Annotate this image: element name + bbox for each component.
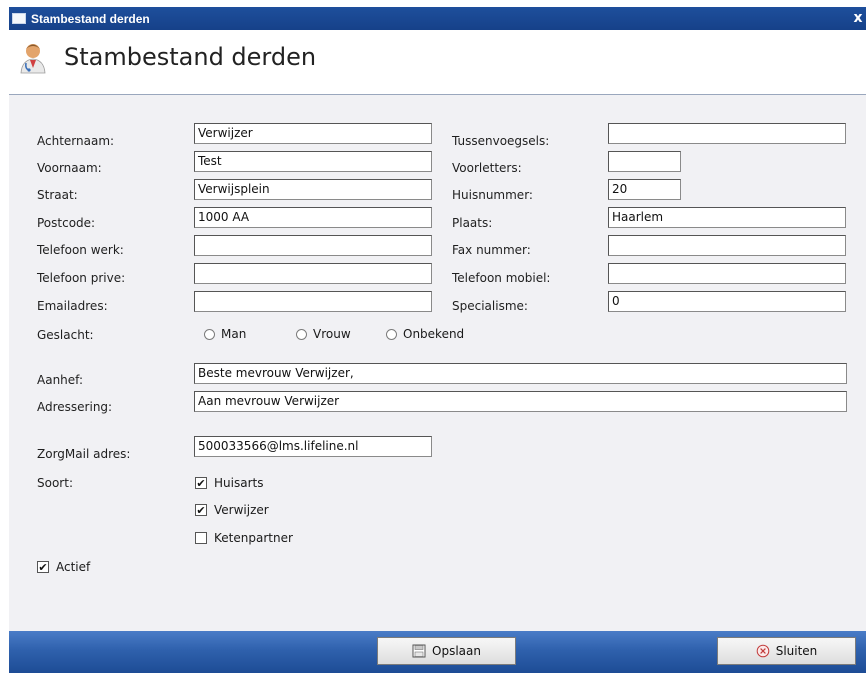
header: Stambestand derden <box>9 30 866 94</box>
close-dialog-button-label: Sluiten <box>775 644 818 658</box>
window-icon <box>12 13 26 24</box>
checkbox-box-verwijzer[interactable]: ✔ <box>195 504 207 516</box>
checkbox-verwijzer[interactable]: ✔ Verwijzer <box>195 503 269 517</box>
label-soort: Soort: <box>37 476 73 490</box>
specialisme-input[interactable]: 0 <box>608 291 846 312</box>
save-button[interactable]: Opslaan <box>377 637 516 665</box>
label-achternaam: Achternaam: <box>37 134 115 148</box>
label-adressering: Adressering: <box>37 400 113 414</box>
tussenvoegsels-input[interactable] <box>608 123 846 144</box>
checkbox-label-ketenpartner: Ketenpartner <box>214 531 293 545</box>
label-huisnummer: Huisnummer: <box>452 188 533 202</box>
fax-nummer-input[interactable] <box>608 235 846 256</box>
cancel-circle-icon <box>756 644 770 658</box>
checkbox-label-actief: Actief <box>56 560 91 574</box>
label-geslacht: Geslacht: <box>37 328 94 342</box>
telefoon-prive-input[interactable] <box>194 263 432 284</box>
checkbox-huisarts[interactable]: ✔ Huisarts <box>195 476 263 490</box>
doctor-icon <box>20 44 46 74</box>
label-voorletters: Voorletters: <box>452 161 522 175</box>
radio-label-onbekend: Onbekend <box>403 327 465 341</box>
checkbox-label-huisarts: Huisarts <box>214 476 264 490</box>
label-tussenvoegsels: Tussenvoegsels: <box>452 134 550 148</box>
label-emailadres: Emailadres: <box>37 299 108 313</box>
checkbox-actief[interactable]: ✔ Actief <box>37 560 90 574</box>
achternaam-input[interactable]: Verwijzer <box>194 123 432 144</box>
plaats-input[interactable]: Haarlem <box>608 207 846 228</box>
aanhef-input[interactable]: Beste mevrouw Verwijzer, <box>194 363 847 384</box>
emailadres-input[interactable] <box>194 291 432 312</box>
label-specialisme: Specialisme: <box>452 299 528 313</box>
floppy-disk-icon <box>412 644 426 658</box>
checkbox-ketenpartner[interactable]: Ketenpartner <box>195 531 293 545</box>
checkbox-box-actief[interactable]: ✔ <box>37 561 49 573</box>
page-title: Stambestand derden <box>64 43 317 71</box>
label-postcode: Postcode: <box>37 216 96 230</box>
radio-button-man[interactable] <box>204 328 215 340</box>
postcode-input[interactable]: 1000 AA <box>194 207 432 228</box>
zorgmail-input[interactable]: 500033566@lms.lifeline.nl <box>194 436 432 457</box>
label-telefoon-prive: Telefoon prive: <box>37 271 126 285</box>
huisnummer-input[interactable]: 20 <box>608 179 681 200</box>
label-plaats: Plaats: <box>452 216 493 230</box>
label-telefoon-werk: Telefoon werk: <box>37 243 124 257</box>
save-button-label: Opslaan <box>432 644 481 658</box>
radio-onbekend[interactable]: Onbekend <box>386 327 464 341</box>
radio-label-man: Man <box>221 327 247 341</box>
checkbox-box-ketenpartner[interactable] <box>195 532 207 544</box>
label-fax-nummer: Fax nummer: <box>452 243 531 257</box>
radio-button-onbekend[interactable] <box>386 328 397 340</box>
straat-input[interactable]: Verwijsplein <box>194 179 432 200</box>
form-panel: Achternaam: Voornaam: Straat: Postcode: … <box>9 94 866 631</box>
voornaam-input[interactable]: Test <box>194 151 432 172</box>
close-button[interactable]: x <box>850 10 866 26</box>
checkbox-label-verwijzer: Verwijzer <box>214 503 269 517</box>
window-title: Stambestand derden <box>31 11 150 26</box>
label-zorgmail: ZorgMail adres: <box>37 447 131 461</box>
close-dialog-button[interactable]: Sluiten <box>717 637 856 665</box>
checkbox-box-huisarts[interactable]: ✔ <box>195 477 207 489</box>
label-voornaam: Voornaam: <box>37 161 102 175</box>
footer-bar: Opslaan Sluiten <box>9 631 866 673</box>
adressering-input[interactable]: Aan mevrouw Verwijzer <box>194 391 847 412</box>
radio-button-vrouw[interactable] <box>296 328 307 340</box>
telefoon-werk-input[interactable] <box>194 235 432 256</box>
label-straat: Straat: <box>37 188 78 202</box>
window: Stambestand derden x Stambestand derden … <box>0 0 866 673</box>
label-aanhef: Aanhef: <box>37 373 83 387</box>
label-telefoon-mobiel: Telefoon mobiel: <box>452 271 551 285</box>
telefoon-mobiel-input[interactable] <box>608 263 846 284</box>
radio-label-vrouw: Vrouw <box>313 327 351 341</box>
voorletters-input[interactable] <box>608 151 681 172</box>
radio-vrouw[interactable]: Vrouw <box>296 327 351 341</box>
radio-man[interactable]: Man <box>204 327 246 341</box>
title-bar: Stambestand derden x <box>9 7 866 30</box>
